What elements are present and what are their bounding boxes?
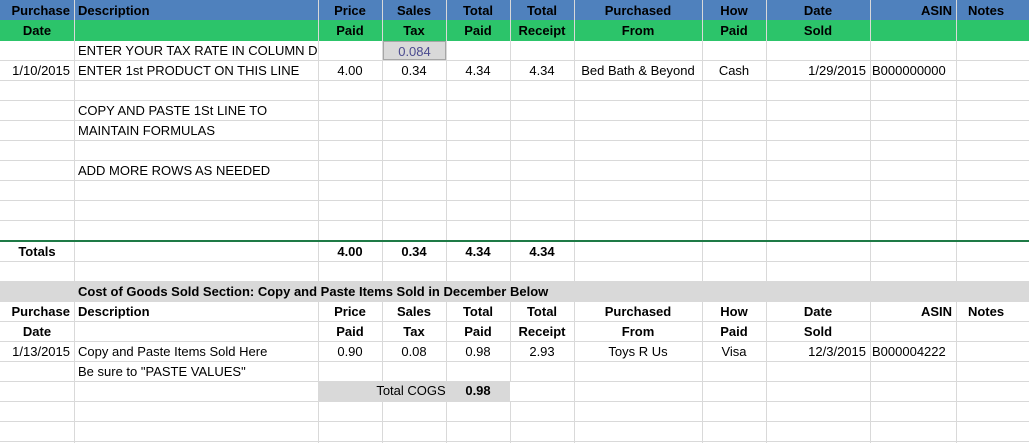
- tax-rate-instruction[interactable]: ENTER YOUR TAX RATE IN COLUMN D: [76, 41, 318, 61]
- cogs-item-total-paid[interactable]: 0.98: [446, 342, 510, 362]
- header-price[interactable]: Price: [318, 1, 382, 21]
- cogs-header-sold[interactable]: Sold: [766, 322, 870, 342]
- header-from[interactable]: From: [574, 21, 702, 41]
- cogs-header-date[interactable]: Date: [766, 302, 870, 322]
- cogs-item-description[interactable]: Copy and Paste Items Sold Here: [76, 342, 316, 362]
- header-asin[interactable]: ASIN: [870, 1, 954, 21]
- first-row-description[interactable]: ENTER 1st PRODUCT ON THIS LINE: [76, 61, 316, 81]
- cogs-header-how[interactable]: How: [702, 302, 766, 322]
- cogs-header-notes[interactable]: Notes: [956, 302, 1016, 322]
- total-cogs-value[interactable]: 0.98: [446, 381, 510, 401]
- header-purchased[interactable]: Purchased: [574, 1, 702, 21]
- cogs-section-title[interactable]: Cost of Goods Sold Section: Copy and Pas…: [76, 282, 676, 302]
- totals-label[interactable]: Totals: [0, 242, 74, 262]
- header-purchase[interactable]: Purchase: [0, 1, 72, 21]
- cogs-header-date-2[interactable]: Date: [0, 322, 74, 342]
- first-row-total-paid[interactable]: 4.34: [446, 61, 510, 81]
- cogs-header-total-paid[interactable]: Total: [446, 302, 510, 322]
- header-paid-2[interactable]: Paid: [446, 21, 510, 41]
- copy-instruction-line-2[interactable]: MAINTAIN FORMULAS: [76, 121, 316, 141]
- totals-total-paid[interactable]: 4.34: [446, 242, 510, 262]
- cogs-item-how-paid[interactable]: Visa: [702, 342, 766, 362]
- cogs-header-description[interactable]: Description: [76, 302, 316, 322]
- header-sold[interactable]: Sold: [766, 21, 870, 41]
- cogs-item-from[interactable]: Toys R Us: [574, 342, 702, 362]
- totals-price[interactable]: 4.00: [318, 242, 382, 262]
- copy-instruction-line-1[interactable]: COPY AND PASTE 1St LINE TO: [76, 101, 316, 121]
- cogs-header-purchase[interactable]: Purchase: [0, 302, 72, 322]
- cogs-item-price[interactable]: 0.90: [318, 342, 382, 362]
- cogs-header-asin[interactable]: ASIN: [870, 302, 954, 322]
- cogs-header-from[interactable]: From: [574, 322, 702, 342]
- cogs-header-receipt[interactable]: Receipt: [510, 322, 574, 342]
- first-row-date-sold[interactable]: 1/29/2015: [766, 61, 868, 81]
- cogs-header-how-paid[interactable]: Paid: [702, 322, 766, 342]
- paste-values-note[interactable]: Be sure to "PASTE VALUES": [76, 362, 316, 382]
- cogs-header-price[interactable]: Price: [318, 302, 382, 322]
- cogs-header-paid-2[interactable]: Paid: [446, 322, 510, 342]
- first-row-from[interactable]: Bed Bath & Beyond: [574, 61, 702, 81]
- totals-tax[interactable]: 0.34: [382, 242, 446, 262]
- header-date[interactable]: Date: [766, 1, 870, 21]
- first-row-date[interactable]: 1/10/2015: [0, 61, 72, 81]
- header-total-paid[interactable]: Total: [446, 1, 510, 21]
- cogs-item-asin[interactable]: B000004222: [870, 342, 956, 362]
- header-sales[interactable]: Sales: [382, 1, 446, 21]
- first-row-tax[interactable]: 0.34: [382, 61, 446, 81]
- header-date-2[interactable]: Date: [0, 21, 74, 41]
- cogs-header-tax[interactable]: Tax: [382, 322, 446, 342]
- totals-total-receipt[interactable]: 4.34: [510, 242, 574, 262]
- first-row-price[interactable]: 4.00: [318, 61, 382, 81]
- spreadsheet: Purchase Description Price Sales Total T…: [0, 0, 1029, 443]
- first-row-total-receipt[interactable]: 4.34: [510, 61, 574, 81]
- header-total-receipt[interactable]: Total: [510, 1, 574, 21]
- first-row-asin[interactable]: B000000000: [870, 61, 956, 81]
- header-notes[interactable]: Notes: [956, 1, 1016, 21]
- header-receipt[interactable]: Receipt: [510, 21, 574, 41]
- header-description[interactable]: Description: [76, 1, 316, 21]
- header-paid[interactable]: Paid: [318, 21, 382, 41]
- cogs-header-total-receipt[interactable]: Total: [510, 302, 574, 322]
- cogs-item-total-receipt[interactable]: 2.93: [510, 342, 574, 362]
- total-cogs-label[interactable]: Total COGS: [370, 381, 452, 401]
- add-rows-instruction[interactable]: ADD MORE ROWS AS NEEDED: [76, 161, 316, 181]
- cogs-header-paid[interactable]: Paid: [318, 322, 382, 342]
- cogs-header-purchased[interactable]: Purchased: [574, 302, 702, 322]
- header-how[interactable]: How: [702, 1, 766, 21]
- cogs-item-date-sold[interactable]: 12/3/2015: [766, 342, 868, 362]
- cogs-header-sales[interactable]: Sales: [382, 302, 446, 322]
- header-tax[interactable]: Tax: [382, 21, 446, 41]
- header-how-paid[interactable]: Paid: [702, 21, 766, 41]
- tax-rate-input[interactable]: 0.084: [383, 41, 446, 60]
- first-row-how-paid[interactable]: Cash: [702, 61, 766, 81]
- cogs-item-date[interactable]: 1/13/2015: [0, 342, 72, 362]
- cogs-item-tax[interactable]: 0.08: [382, 342, 446, 362]
